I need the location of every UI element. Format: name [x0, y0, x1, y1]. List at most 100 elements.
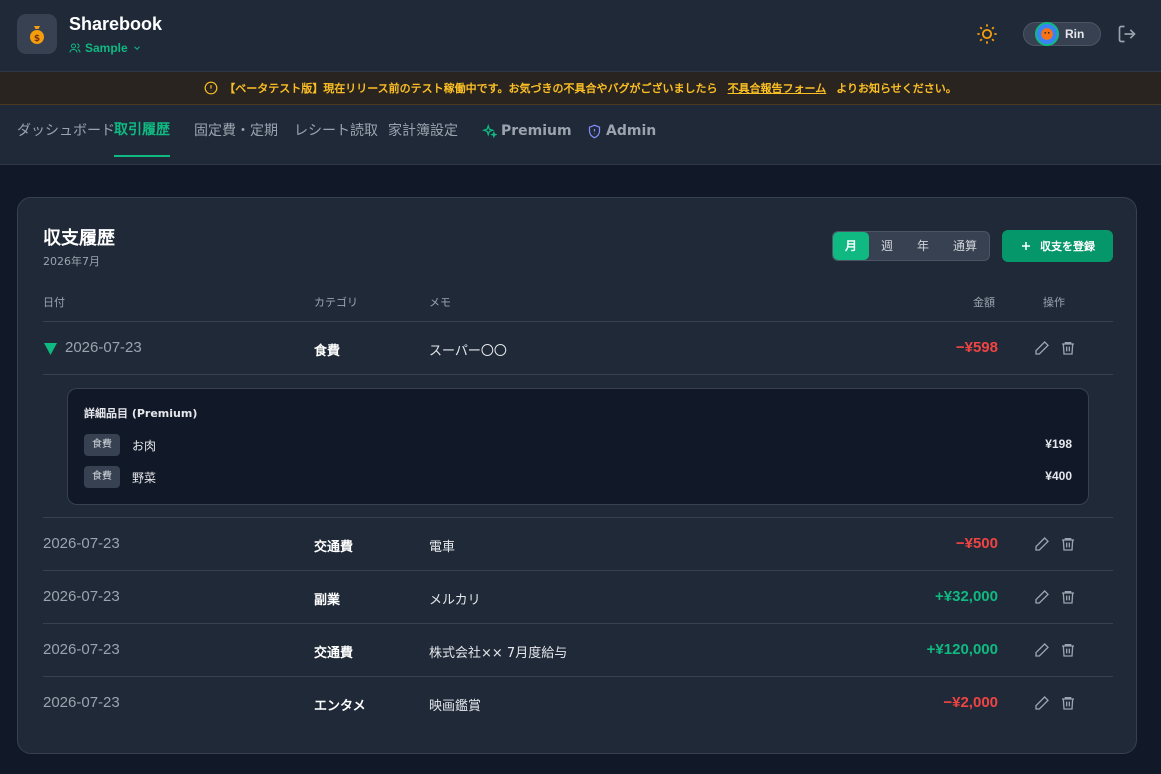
delete-button[interactable] — [1059, 694, 1077, 712]
chevron-down-icon — [133, 46, 140, 50]
detail-item-amount: ¥198 — [1045, 437, 1072, 451]
delete-button[interactable] — [1059, 535, 1077, 553]
theme-toggle-button[interactable] — [974, 21, 1000, 47]
tab-book-settings[interactable]: 家計簿設定 — [388, 105, 458, 157]
row-date: 2026-07-23 — [43, 588, 120, 605]
banner-text: 【ベータテスト版】現在リリース前のテスト稼働中です。お気づきの不具合やバグがござ… — [224, 82, 718, 95]
row-memo: 映画鑑賞 — [429, 699, 482, 714]
divider — [43, 676, 1113, 677]
logout-icon — [1118, 25, 1136, 43]
row-category: 副業 — [314, 593, 341, 608]
row-date: 2026-07-23 — [43, 535, 120, 552]
row-category: 交通費 — [314, 646, 354, 661]
trash-icon — [1062, 591, 1074, 604]
trash-icon — [1062, 697, 1074, 710]
detail-category-tag: 食費 — [84, 466, 120, 488]
row-amount: +¥32,000 — [935, 588, 998, 605]
detail-item-name: お肉 — [132, 439, 157, 453]
row-amount: −¥2,000 — [943, 694, 998, 711]
tab-label: 取引履歴 — [114, 122, 170, 138]
logout-button[interactable] — [1116, 23, 1138, 45]
row-date: 2026-07-23 — [43, 641, 120, 658]
delete-button[interactable] — [1059, 641, 1077, 659]
period-label: 2026年7月 — [43, 255, 100, 268]
divider — [43, 321, 1113, 322]
book-name: Sample — [85, 41, 128, 55]
column-header-category: カテゴリ — [314, 296, 358, 309]
users-icon — [69, 43, 81, 53]
column-header-amount: 金額 — [973, 296, 995, 309]
svg-text:$: $ — [34, 34, 40, 44]
tab-label: Admin — [606, 123, 657, 139]
edit-button[interactable] — [1033, 641, 1051, 659]
edit-button[interactable] — [1033, 694, 1051, 712]
tab-receipt-scan[interactable]: レシート読取 — [294, 105, 378, 157]
shield-icon — [588, 124, 601, 138]
plus-icon — [1022, 242, 1030, 250]
divider — [43, 517, 1113, 518]
row-amount: +¥120,000 — [926, 641, 998, 658]
tab-dashboard[interactable]: ダッシュボード — [17, 105, 115, 157]
banner-text-after: よりお知らせください。 — [836, 82, 957, 95]
column-header-actions: 操作 — [1043, 296, 1065, 309]
edit-button[interactable] — [1033, 535, 1051, 553]
delete-button[interactable] — [1059, 588, 1077, 606]
edit-button[interactable] — [1033, 339, 1051, 357]
add-transaction-button[interactable]: 収支を登録 — [1002, 230, 1113, 262]
row-category: 交通費 — [314, 540, 354, 555]
pencil-icon — [1035, 537, 1049, 551]
page-title: 収支履歴 — [43, 228, 115, 249]
row-category: エンタメ — [314, 699, 366, 714]
period-month-button[interactable]: 月 — [833, 232, 869, 260]
divider — [43, 570, 1113, 571]
trash-icon — [1062, 342, 1074, 355]
tab-label: ダッシュボード — [17, 123, 115, 139]
history-card: 収支履歴 2026年7月 月 週 年 通算 収支を登録 日付 カテゴリ メモ 金… — [17, 197, 1137, 754]
expand-triangle-icon[interactable] — [44, 343, 57, 355]
app-title: Sharebook — [69, 14, 163, 34]
row-memo: メルカリ — [429, 593, 481, 608]
detail-item-amount: ¥400 — [1045, 469, 1072, 483]
tab-fixed-costs[interactable]: 固定費・定期 — [194, 105, 278, 157]
tab-label: 家計簿設定 — [388, 123, 458, 139]
delete-button[interactable] — [1059, 339, 1077, 357]
detail-category-tag: 食費 — [84, 434, 120, 456]
period-year-button[interactable]: 年 — [905, 232, 941, 260]
pencil-icon — [1035, 643, 1049, 657]
row-category: 食費 — [314, 344, 341, 359]
pencil-icon — [1035, 696, 1049, 710]
divider — [43, 623, 1113, 624]
bug-report-link[interactable]: 不具合報告フォーム — [728, 80, 827, 96]
trash-icon — [1062, 644, 1074, 657]
money-bag-icon: $ — [30, 26, 44, 44]
detail-title: 詳細品目 (Premium) — [84, 407, 198, 420]
tab-admin[interactable]: Admin — [587, 105, 656, 157]
trash-icon — [1062, 538, 1074, 551]
edit-button[interactable] — [1033, 588, 1051, 606]
row-memo: スーパー〇〇 — [429, 344, 507, 359]
tab-history[interactable]: 取引履歴 — [114, 105, 170, 157]
row-date: 2026-07-23 — [43, 694, 120, 711]
divider — [43, 374, 1113, 375]
column-header-memo: メモ — [429, 296, 451, 309]
main-nav: ダッシュボード 取引履歴 固定費・定期 レシート読取 家計簿設定 Premium… — [0, 105, 1161, 165]
period-total-button[interactable]: 通算 — [941, 232, 989, 260]
add-label: 収支を登録 — [1040, 240, 1095, 253]
tab-label: 固定費・定期 — [194, 123, 278, 139]
user-name: Rin — [1065, 27, 1085, 41]
user-menu[interactable]: Rin — [1023, 22, 1101, 46]
period-week-button[interactable]: 週 — [869, 232, 905, 260]
pencil-icon — [1035, 590, 1049, 604]
avatar — [1035, 22, 1059, 46]
column-header-date: 日付 — [43, 296, 65, 309]
sparkles-icon — [482, 123, 497, 138]
warning-icon — [204, 81, 218, 95]
book-selector[interactable]: Sample — [69, 40, 142, 56]
detail-item-name: 野菜 — [132, 471, 157, 485]
sun-icon — [977, 24, 997, 44]
app-logo[interactable]: $ — [17, 14, 57, 54]
tab-premium[interactable]: Premium — [482, 105, 572, 157]
tab-label: Premium — [501, 123, 572, 139]
row-memo: 電車 — [429, 540, 456, 555]
beta-banner: 【ベータテスト版】現在リリース前のテスト稼働中です。お気づきの不具合やバグがござ… — [0, 72, 1161, 105]
